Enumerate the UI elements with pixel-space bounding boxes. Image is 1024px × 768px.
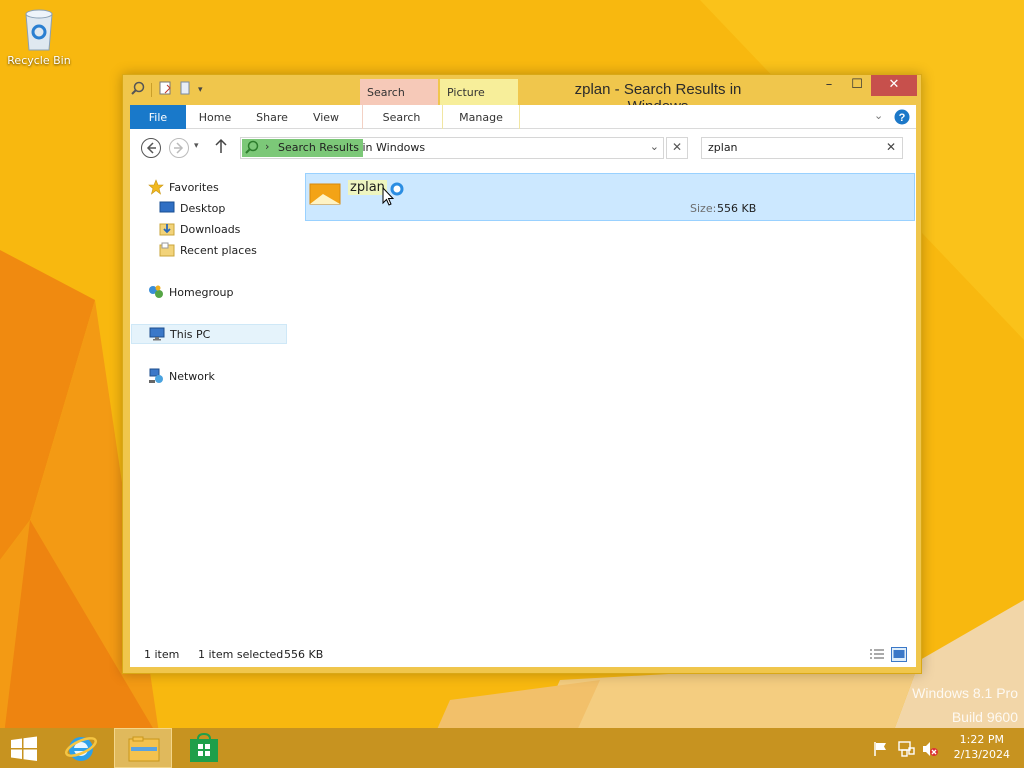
context-search-tools: Search Tools — [360, 79, 438, 126]
nav-recent-places[interactable]: Recent places — [159, 240, 316, 260]
desktop-icon — [159, 201, 175, 213]
clear-address-icon[interactable]: ✕ — [666, 137, 688, 159]
watermark-build: Build 9600 — [951, 709, 1018, 725]
search-results-icon — [245, 140, 259, 157]
close-button[interactable]: ✕ — [871, 75, 917, 96]
content-area: Favorites Desktop Downloads Recent place… — [130, 167, 916, 643]
file-list: zplan Size: 556 KB — [305, 167, 916, 643]
mouse-cursor-icon — [382, 186, 395, 210]
computer-icon — [149, 327, 165, 341]
up-icon[interactable] — [214, 138, 236, 160]
back-icon[interactable] — [140, 137, 162, 159]
properties-icon[interactable] — [158, 81, 172, 98]
nav-desktop[interactable]: Desktop — [159, 198, 316, 218]
clock[interactable]: 1:22 PM 2/13/2024 — [954, 732, 1010, 762]
address-bar[interactable]: › Search Results in Windows ⌄ — [240, 137, 664, 159]
nav-favorites[interactable]: Favorites — [148, 177, 305, 197]
tab-file[interactable]: File — [130, 105, 186, 129]
new-folder-icon[interactable] — [178, 81, 192, 98]
breadcrumb[interactable]: Search Results in Windows — [278, 141, 425, 154]
volume-muted-icon[interactable] — [921, 740, 939, 761]
svg-text:?: ? — [899, 112, 906, 124]
nav-network-label: Network — [169, 369, 215, 383]
breadcrumb-separator-icon[interactable]: › — [265, 140, 269, 153]
downloads-icon — [159, 223, 175, 236]
details-view-icon[interactable] — [869, 648, 885, 665]
internet-explorer-icon[interactable] — [64, 731, 98, 768]
start-button[interactable] — [10, 736, 38, 765]
forward-icon[interactable] — [168, 137, 190, 159]
nav-this-pc[interactable]: This PC — [131, 324, 287, 344]
action-center-flag-icon[interactable] — [873, 741, 889, 760]
quick-access-toolbar: ▾ — [131, 81, 203, 98]
network-status-icon[interactable] — [897, 740, 915, 761]
search-input-value[interactable]: zplan — [708, 141, 738, 154]
recent-locations-icon[interactable]: ▾ — [194, 141, 216, 163]
selection-size: 556 KB — [284, 648, 324, 661]
homegroup-icon — [149, 285, 163, 298]
expand-ribbon-icon[interactable]: ⌄ — [874, 109, 883, 122]
nav-homegroup[interactable]: Homegroup — [148, 282, 305, 302]
minimize-button[interactable]: – — [815, 75, 843, 96]
explorer-window: ▾ Search Tools Picture Tools zplan - Sea… — [122, 74, 922, 674]
recycle-bin-icon — [25, 9, 53, 51]
nav-homegroup-label: Homegroup — [169, 285, 234, 299]
status-bar: 1 item 1 item selected 556 KB — [130, 643, 916, 667]
tab-share[interactable]: Share — [250, 105, 294, 129]
nav-network[interactable]: Network — [148, 366, 305, 386]
nav-this-pc-label: This PC — [170, 327, 211, 341]
selection-count: 1 item selected — [198, 648, 284, 661]
recycle-bin-shortcut[interactable]: Recycle Bin — [4, 6, 74, 67]
windows-logo-icon — [11, 736, 37, 761]
network-icon — [149, 368, 163, 383]
star-icon — [148, 179, 164, 195]
nav-downloads-label: Downloads — [180, 222, 241, 236]
image-file-icon — [309, 183, 341, 205]
nav-desktop-label: Desktop — [180, 201, 226, 215]
tab-manage[interactable]: Manage — [442, 105, 520, 129]
item-count: 1 item — [144, 648, 180, 661]
context-picture-tools: Picture Tools — [440, 79, 518, 126]
size-label: Size: — [690, 202, 717, 215]
nav-recent-places-label: Recent places — [180, 243, 257, 257]
tab-search[interactable]: Search — [362, 105, 440, 129]
clock-time: 1:22 PM — [959, 733, 1004, 746]
ribbon-tabs: File Home Share View Search Manage ⌄ ? — [130, 105, 916, 129]
taskbar: 1:22 PM 2/13/2024 — [0, 728, 1024, 768]
maximize-button[interactable]: ☐ — [843, 75, 871, 96]
large-icons-view-icon[interactable] — [891, 647, 907, 665]
watermark-edition: Windows 8.1 Pro — [912, 685, 1018, 701]
nav-favorites-label: Favorites — [169, 180, 219, 194]
clear-search-icon[interactable]: ✕ — [886, 140, 896, 154]
search-input[interactable]: zplan ✕ — [701, 137, 903, 159]
nav-downloads[interactable]: Downloads — [159, 219, 316, 239]
title-bar[interactable]: ▾ Search Tools Picture Tools zplan - Sea… — [123, 75, 921, 126]
tab-view[interactable]: View — [306, 105, 346, 129]
file-size: 556 KB — [717, 202, 757, 215]
store-icon[interactable] — [188, 732, 220, 766]
qat-dropdown-icon[interactable]: ▾ — [198, 85, 203, 95]
list-item[interactable]: zplan Size: 556 KB — [305, 173, 915, 221]
recent-places-icon — [159, 242, 175, 257]
navigation-bar: ▾ › Search Results in Windows ⌄ ✕ zplan … — [130, 129, 916, 167]
recycle-bin-label: Recycle Bin — [7, 54, 71, 67]
chevron-down-icon[interactable]: ⌄ — [650, 140, 659, 153]
clock-date: 2/13/2024 — [953, 748, 1010, 761]
help-icon[interactable]: ? — [894, 109, 910, 128]
tab-home[interactable]: Home — [192, 105, 238, 129]
navigation-pane: Favorites Desktop Downloads Recent place… — [130, 167, 290, 643]
file-explorer-taskbar-button[interactable] — [114, 728, 172, 768]
folder-icon — [128, 736, 160, 762]
search-icon[interactable] — [131, 81, 145, 98]
